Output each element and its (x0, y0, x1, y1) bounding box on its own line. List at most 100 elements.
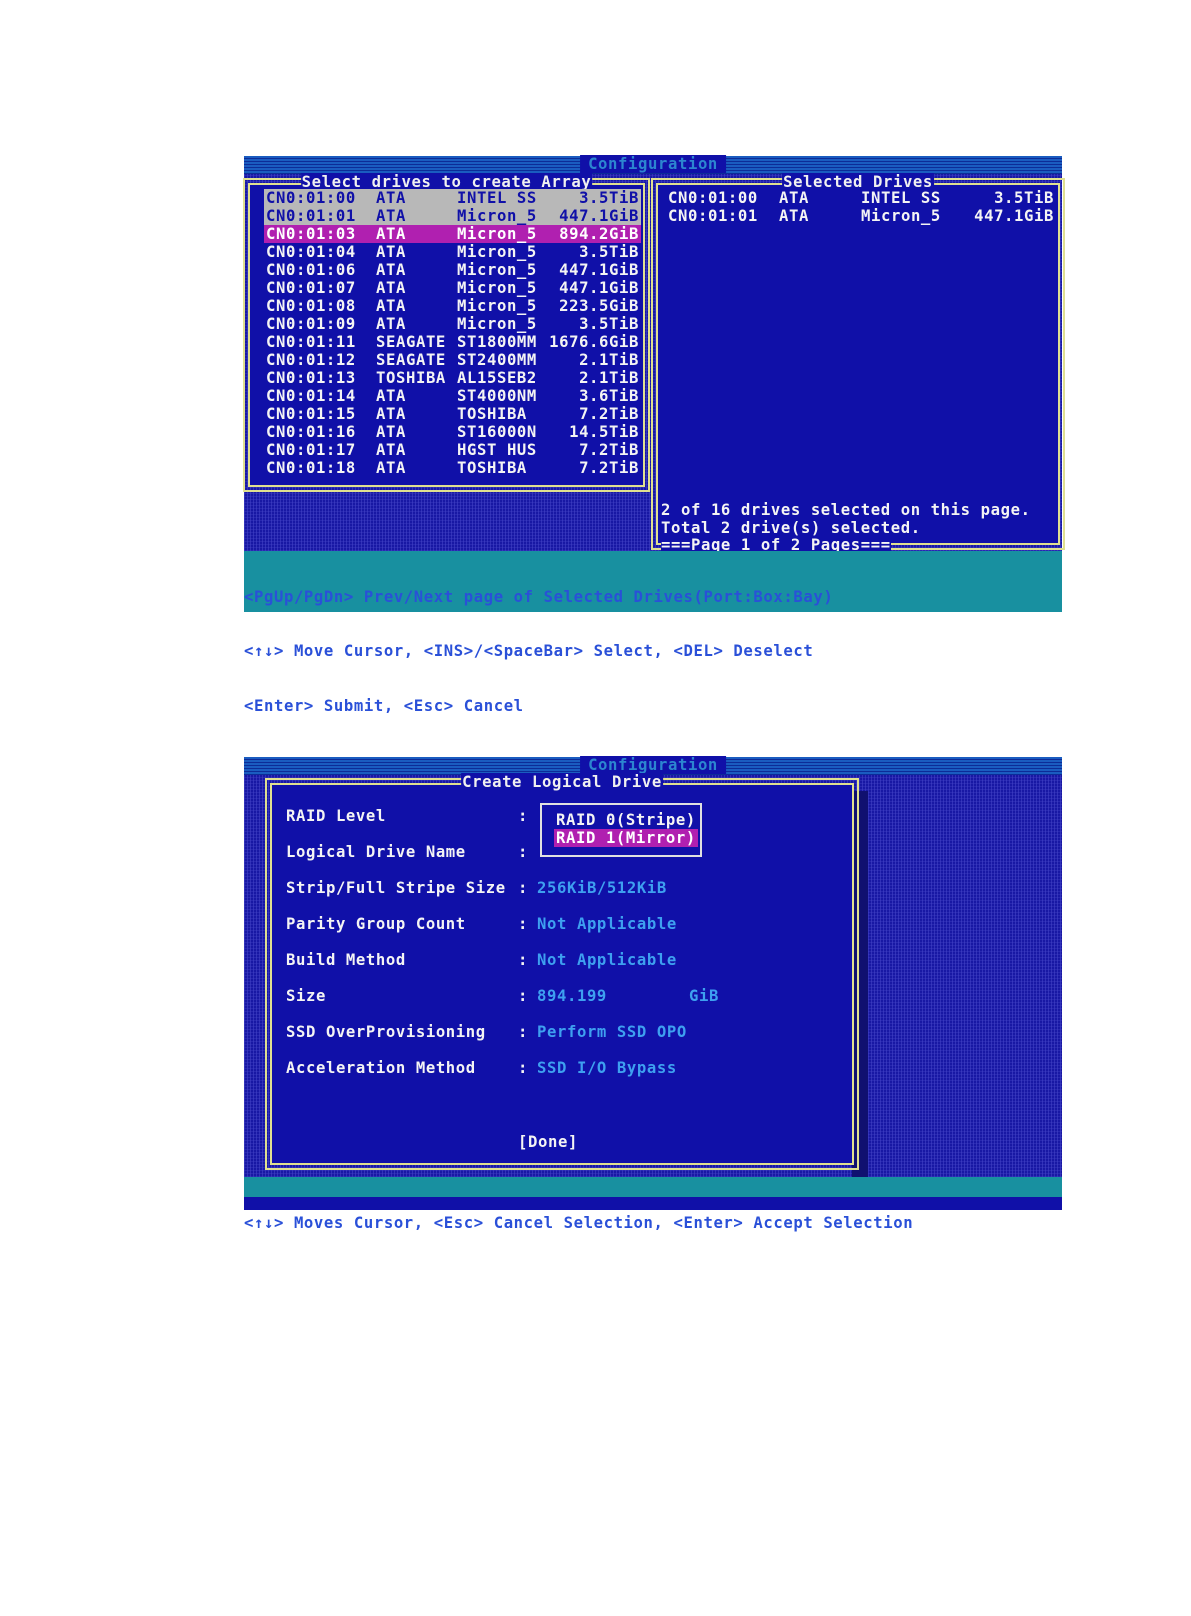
select-drives-panel: Select drives to create Array CN0:01:00 A… (243, 173, 650, 492)
acceleration-method-value[interactable]: SSD I/O Bypass (537, 1059, 677, 1077)
help-line: <Enter> Submit, <Esc> Cancel (244, 697, 524, 716)
total-selection-count: Total 2 drive(s) selected. (661, 519, 921, 537)
drive-model: TOSHIBA (457, 459, 527, 477)
drive-model: AL15SEB2 (457, 369, 537, 387)
drive-model: ST16000N (457, 423, 537, 441)
drive-row[interactable]: CN0:01:17 ATA HGST HUS 7.2TiB (264, 441, 641, 459)
drive-row[interactable]: CN0:01:12 SEAGATE ST2400MM 2.1TiB (264, 351, 641, 369)
drive-vendor: ATA (376, 225, 406, 243)
drive-size: 1676.6GiB (549, 333, 639, 351)
field-separator: : (518, 915, 528, 933)
title-bar: Configuration (244, 155, 1062, 174)
drive-row[interactable]: CN0:01:18 ATA TOSHIBA 7.2TiB (264, 459, 641, 477)
drive-size: 7.2TiB (579, 459, 639, 477)
drive-size: 14.5TiB (569, 423, 639, 441)
drive-id: CN0:01:06 (266, 261, 356, 279)
create-logical-drive-dialog: Create Logical Drive RAID Level: Logical … (265, 773, 859, 1170)
drive-size: 447.1GiB (559, 261, 639, 279)
ssd-overprovisioning-value[interactable]: Perform SSD OPO (537, 1023, 687, 1041)
drive-vendor: ATA (376, 279, 406, 297)
drive-size: 7.2TiB (579, 441, 639, 459)
drive-vendor: ATA (376, 297, 406, 315)
raid-level-dropdown[interactable]: RAID 0(Stripe) RAID 1(Mirror) (540, 803, 702, 857)
drive-vendor: SEAGATE (376, 333, 446, 351)
field-separator: : (518, 879, 528, 897)
raid-option[interactable]: RAID 0(Stripe) (556, 811, 696, 829)
drive-model: TOSHIBA (457, 405, 527, 423)
size-value[interactable]: 894.199 (537, 987, 607, 1005)
selected-drives-panel: Selected Drives CN0:01:00 ATA INTEL SS 3.5T… (651, 173, 1065, 555)
drive-id: CN0:01:01 (266, 207, 356, 225)
drive-id: CN0:01:00 (668, 189, 758, 207)
help-bar: <↑↓> Moves Cursor, <Esc> Cancel Selectio… (244, 1177, 1062, 1232)
drive-size: 894.2GiB (559, 225, 639, 243)
drive-vendor: SEAGATE (376, 351, 446, 369)
drive-model: INTEL SS (861, 189, 941, 207)
drive-model: ST2400MM (457, 351, 537, 369)
drive-row[interactable]: CN0:01:15 ATA TOSHIBA 7.2TiB (264, 405, 641, 423)
drive-row[interactable]: CN0:01:13 TOSHIBA AL15SEB2 2.1TiB (264, 369, 641, 387)
drive-row[interactable]: CN0:01:07 ATA Micron_5 447.1GiB (264, 279, 641, 297)
stripe-size-label: Strip/Full Stripe Size (286, 879, 506, 897)
drive-size: 3.5TiB (994, 189, 1054, 207)
page-indicator: ===Page 1 of 2 Pages=== (661, 536, 891, 555)
drive-row[interactable]: CN0:01:14 ATA ST4000NM 3.6TiB (264, 387, 641, 405)
drive-row[interactable]: CN0:01:03 ATA Micron_5 894.2GiB (264, 225, 641, 244)
drive-model: Micron_5 (457, 297, 537, 315)
drive-row[interactable]: CN0:01:09 ATA Micron_5 3.5TiB (264, 315, 641, 333)
drive-model: ST4000NM (457, 387, 537, 405)
selected-drive-row: CN0:01:01 ATA Micron_5 447.1GiB (658, 207, 1058, 225)
field-separator: : (518, 843, 528, 861)
drive-id: CN0:01:11 (266, 333, 356, 351)
raid-level-label: RAID Level (286, 807, 386, 825)
field-separator: : (518, 807, 528, 825)
size-label: Size (286, 987, 326, 1005)
parity-group-count-label: Parity Group Count (286, 915, 466, 933)
logical-drive-name-label: Logical Drive Name (286, 843, 466, 861)
drive-model: Micron_5 (457, 279, 537, 297)
drive-id: CN0:01:04 (266, 243, 356, 261)
drive-vendor: ATA (376, 315, 406, 333)
help-bar: <PgUp/PgDn> Prev/Next page of Selected D… (244, 551, 1062, 715)
drive-vendor: TOSHIBA (376, 369, 446, 387)
drive-model: Micron_5 (457, 207, 537, 225)
help-line: <↑↓> Moves Cursor, <Esc> Cancel Selectio… (244, 1213, 914, 1232)
drive-row[interactable]: CN0:01:01 ATA Micron_5 447.1GiB (264, 207, 641, 226)
drive-row[interactable]: CN0:01:00 ATA INTEL SS 3.5TiB (264, 189, 641, 208)
drive-id: CN0:01:07 (266, 279, 356, 297)
drive-id: CN0:01:14 (266, 387, 356, 405)
size-unit: GiB (689, 987, 719, 1005)
drive-vendor: ATA (376, 261, 406, 279)
drive-size: 3.6TiB (579, 387, 639, 405)
drive-selection-screen: Configuration Select drives to create Ar… (243, 155, 1065, 715)
drive-id: CN0:01:03 (266, 225, 356, 243)
drive-model: HGST HUS (457, 441, 537, 459)
stripe-size-value[interactable]: 256KiB/512KiB (537, 879, 667, 897)
drive-model: Micron_5 (457, 261, 537, 279)
drive-size: 3.5TiB (579, 189, 639, 207)
drive-vendor: ATA (779, 207, 809, 225)
drive-row[interactable]: CN0:01:08 ATA Micron_5 223.5GiB (264, 297, 641, 315)
drive-vendor: ATA (779, 189, 809, 207)
drive-row[interactable]: CN0:01:06 ATA Micron_5 447.1GiB (264, 261, 641, 279)
drive-row[interactable]: CN0:01:11 SEAGATE ST1800MM 1676.6GiB (264, 333, 641, 351)
drive-vendor: ATA (376, 387, 406, 405)
drive-model: Micron_5 (457, 315, 537, 333)
drive-id: CN0:01:17 (266, 441, 356, 459)
parity-group-count-value[interactable]: Not Applicable (537, 915, 677, 933)
done-button[interactable]: [Done] (518, 1133, 578, 1151)
drive-row[interactable]: CN0:01:16 ATA ST16000N 14.5TiB (264, 423, 641, 441)
drive-id: CN0:01:16 (266, 423, 356, 441)
field-separator: : (518, 951, 528, 969)
drive-id: CN0:01:00 (266, 189, 356, 207)
page-selection-count: 2 of 16 drives selected on this page. (661, 501, 1031, 519)
dialog-title: Create Logical Drive (461, 773, 663, 792)
drive-size: 3.5TiB (579, 243, 639, 261)
raid-option[interactable]: RAID 1(Mirror) (554, 829, 698, 848)
build-method-value[interactable]: Not Applicable (537, 951, 677, 969)
drive-vendor: ATA (376, 243, 406, 261)
drive-model: Micron_5 (861, 207, 941, 225)
drive-id: CN0:01:15 (266, 405, 356, 423)
ssd-overprovisioning-label: SSD OverProvisioning (286, 1023, 486, 1041)
drive-row[interactable]: CN0:01:04 ATA Micron_5 3.5TiB (264, 243, 641, 261)
